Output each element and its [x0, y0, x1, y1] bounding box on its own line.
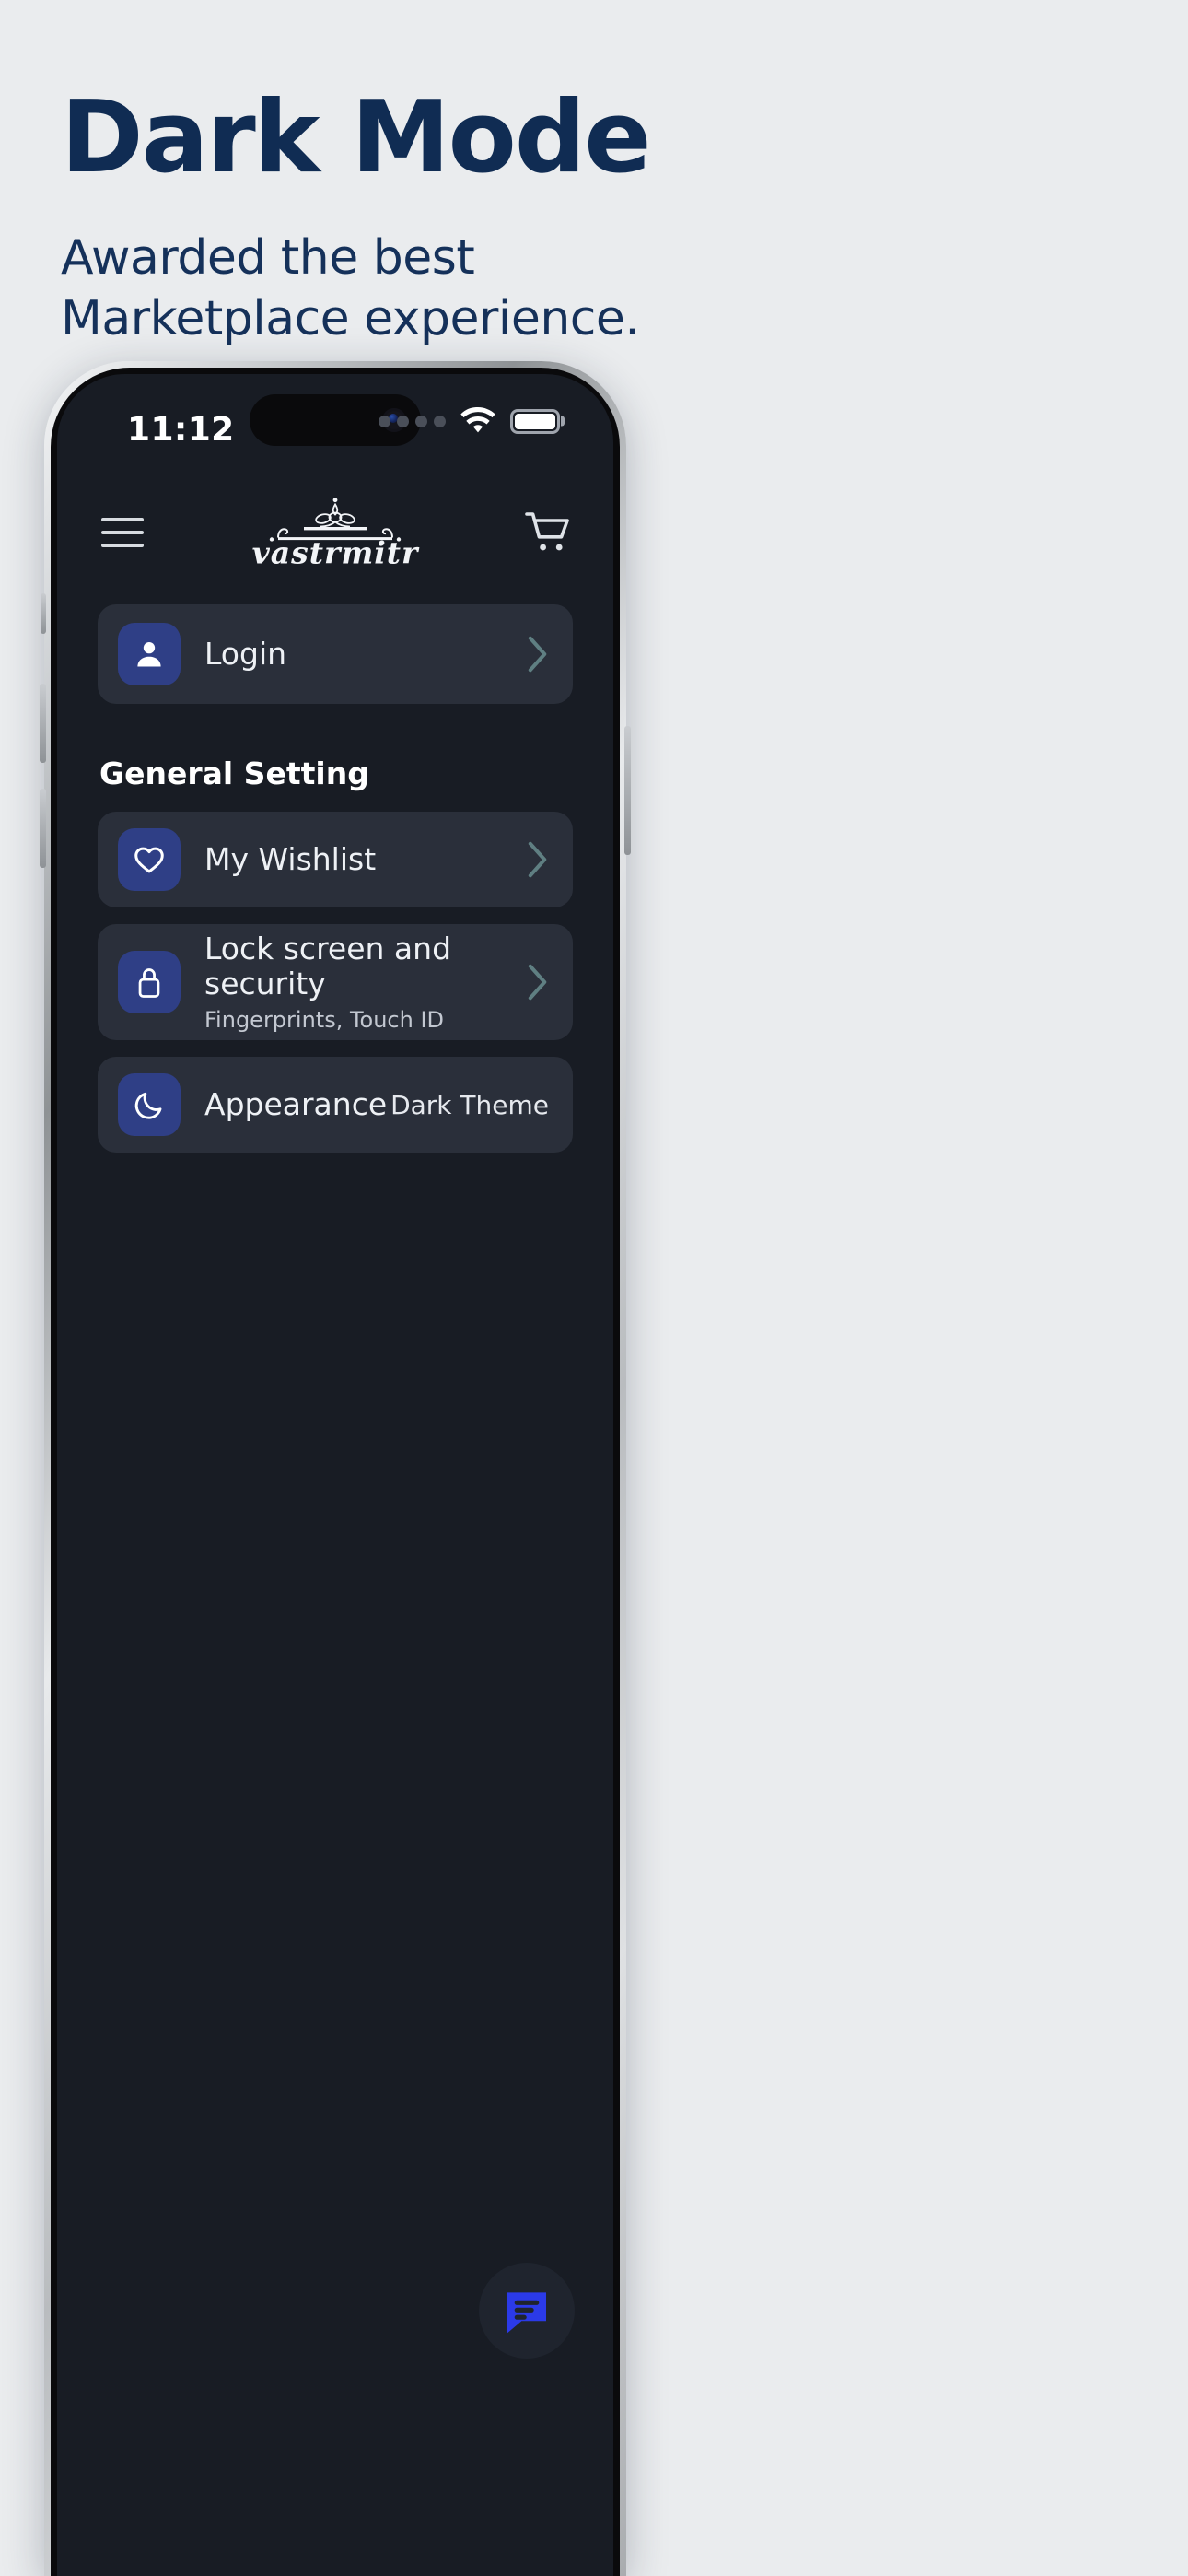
promo-subtitle-line1: Awarded the best	[61, 230, 475, 286]
settings-row-subtitle: Fingerprints, Touch ID	[204, 1007, 445, 1034]
heart-icon	[118, 828, 181, 891]
settings-row-title: My Wishlist	[204, 841, 377, 878]
moon-icon	[118, 1073, 181, 1136]
settings-row-my-wishlist[interactable]: My Wishlist	[98, 812, 573, 907]
lock-icon	[118, 951, 181, 1013]
person-icon	[118, 623, 181, 685]
chat-fab-button[interactable]	[479, 2263, 575, 2359]
brand-name: vastrmitr	[251, 534, 419, 571]
phone-screen: 11:12 vastrmitr Login General Setting My…	[57, 374, 613, 2576]
wifi-icon	[460, 407, 495, 433]
settings-row-title: Lock screen and security	[204, 930, 452, 1001]
page-title: Dark Mode	[61, 80, 651, 195]
chat-bubble-icon	[507, 2292, 546, 2334]
settings-content: Login General Setting My Wishlist Lock s…	[57, 582, 613, 1153]
settings-row-appearance[interactable]: Appearance Dark Theme	[98, 1057, 573, 1153]
shopping-cart-icon[interactable]	[525, 509, 573, 556]
appearance-texts: Appearance	[204, 1087, 390, 1122]
login-label: Login	[204, 636, 287, 673]
volume-down-button[interactable]	[40, 789, 46, 868]
my-wishlist-texts: My Wishlist	[204, 842, 527, 877]
app-header: vastrmitr	[57, 483, 613, 582]
volume-up-button[interactable]	[40, 684, 46, 763]
section-heading-general-setting: General Setting	[99, 755, 369, 791]
promo-subtitle-line2: Marketplace experience.	[61, 290, 640, 346]
login-row[interactable]: Login	[98, 604, 573, 704]
brand-logo: vastrmitr	[197, 498, 473, 568]
appearance-value: Dark Theme	[390, 1089, 549, 1120]
chevron-right-icon[interactable]	[527, 841, 549, 878]
settings-row-title: Appearance	[204, 1086, 388, 1123]
login-texts: Login	[204, 637, 527, 672]
promo-header: Dark Mode Awarded the best Marketplace e…	[0, 0, 1188, 349]
power-button[interactable]	[624, 726, 631, 855]
chevron-right-icon[interactable]	[527, 636, 549, 673]
phone-mockup: 11:12 vastrmitr Login General Setting My…	[40, 361, 631, 2576]
signal-dots-icon	[379, 415, 446, 427]
status-bar-indicators	[379, 407, 560, 435]
status-bar: 11:12	[57, 374, 613, 483]
settings-row-lock-screen-and-security[interactable]: Lock screen and security Fingerprints, T…	[98, 924, 573, 1040]
silent-switch[interactable]	[41, 593, 46, 634]
chevron-right-icon[interactable]	[527, 964, 549, 1001]
battery-full-icon	[510, 408, 560, 434]
status-bar-time: 11:12	[127, 411, 235, 449]
lock-screen-texts: Lock screen and security Fingerprints, T…	[204, 930, 527, 1034]
hamburger-menu-icon[interactable]	[101, 518, 146, 547]
promo-subtitle: Awarded the best Marketplace experience.	[61, 188, 1188, 349]
